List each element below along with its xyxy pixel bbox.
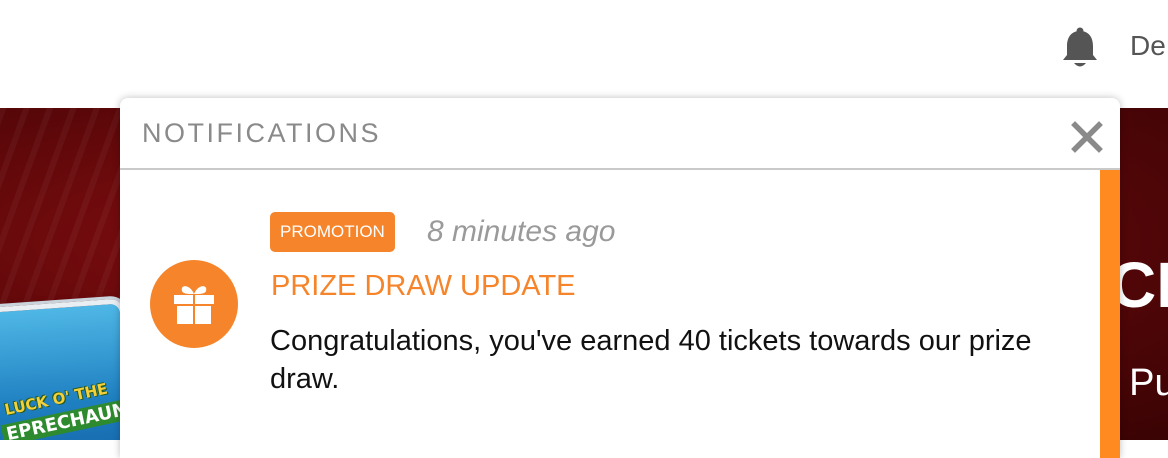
user-name-link[interactable]: De (1130, 30, 1166, 62)
close-icon[interactable] (1070, 120, 1104, 154)
notification-timestamp: 8 minutes ago (427, 215, 616, 248)
notifications-panel: NOTIFICATIONS PROMOTION 8 minutes ago PR… (120, 98, 1120, 458)
category-badge: PROMOTION (270, 212, 395, 252)
unread-accent-bar (1100, 170, 1120, 458)
notification-title: PRIZE DRAW UPDATE (271, 270, 576, 302)
notifications-title: NOTIFICATIONS (142, 118, 381, 148)
notification-message: Congratulations, you've earned 40 ticket… (270, 325, 1032, 395)
top-bar: De (0, 0, 1168, 108)
notification-item[interactable]: PROMOTION 8 minutes ago PRIZE DRAW UPDAT… (120, 170, 1120, 458)
notifications-header: NOTIFICATIONS (120, 98, 1120, 170)
game-tile[interactable]: LUCK O' THE EPRECHAUN (0, 298, 136, 440)
gift-icon (150, 260, 238, 348)
bell-icon[interactable] (1060, 26, 1100, 70)
